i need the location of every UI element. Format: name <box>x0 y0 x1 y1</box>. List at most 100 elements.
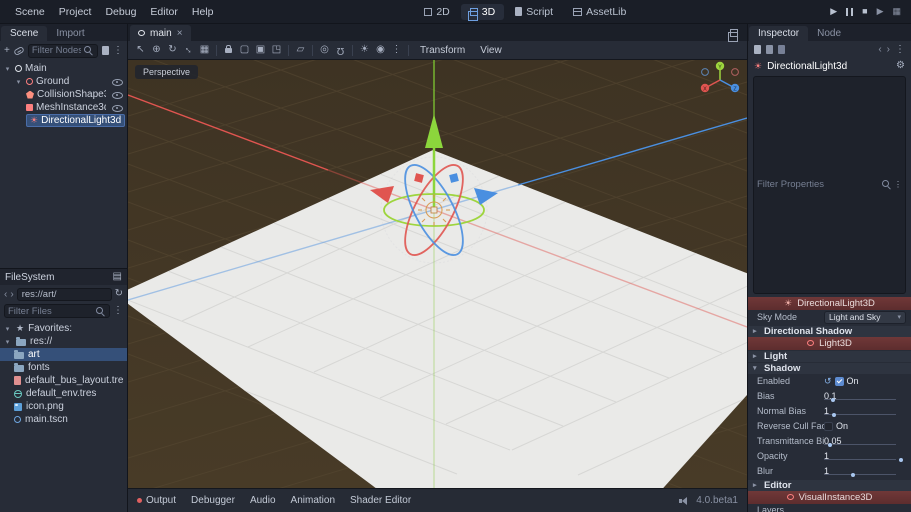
normal-bias-spin-slider[interactable]: 1 <box>824 406 906 416</box>
save-resource-icon[interactable] <box>778 45 785 54</box>
scene-tab-main[interactable]: main × <box>130 25 191 41</box>
perspective-selector[interactable]: Perspective <box>135 65 198 79</box>
debugger-panel-button[interactable]: Debugger <box>191 495 235 506</box>
add-node-button[interactable]: + <box>4 46 10 56</box>
new-resource-icon[interactable] <box>754 45 761 54</box>
preview-sunlight-icon[interactable]: ☀ <box>357 45 372 55</box>
ungroup-node-icon[interactable]: ◳ <box>269 45 284 55</box>
expander-icon[interactable]: ▾ <box>14 78 23 86</box>
reverse-cull-face-checkbox[interactable] <box>824 422 833 431</box>
nav-back-icon[interactable]: ‹ <box>4 289 7 300</box>
history-back-icon[interactable]: ‹ <box>878 44 881 55</box>
current-path[interactable]: res://art/ <box>17 288 112 301</box>
fs-row-art[interactable]: art <box>0 348 127 361</box>
filesystem-menu-icon[interactable]: ⋮ <box>113 306 123 316</box>
fs-row-favorites[interactable]: ▾ ★ Favorites: <box>0 322 127 335</box>
menu-debug[interactable]: Debug <box>98 6 143 18</box>
transmittance-bias-spin-slider[interactable]: 0.05 <box>824 436 906 446</box>
instance-scene-icon[interactable] <box>13 45 25 55</box>
unlock-node-icon[interactable]: ▢ <box>237 45 252 55</box>
box-select-tool-icon[interactable]: ▦ <box>197 45 212 55</box>
fs-row-fonts[interactable]: fonts <box>0 361 127 374</box>
inspector-menu-icon[interactable]: ⋮ <box>895 45 905 55</box>
snap-magnet-icon[interactable]: Ω <box>333 45 348 55</box>
scene-tree-menu-icon[interactable]: ⋮ <box>113 46 123 56</box>
workspace-3d-button[interactable]: 3D <box>461 4 504 20</box>
preview-environment-icon[interactable]: ◉ <box>373 45 388 55</box>
animation-panel-button[interactable]: Animation <box>291 495 335 506</box>
workspace-2d-button[interactable]: 2D <box>415 4 458 20</box>
opacity-spin-slider[interactable]: 1 <box>824 451 906 461</box>
visibility-eye-icon[interactable] <box>112 77 123 87</box>
property-filter-input[interactable]: Filter Properties ⋮ <box>753 76 906 294</box>
sky-mode-dropdown[interactable]: Light and Sky ▾ <box>824 311 906 324</box>
history-forward-icon[interactable]: › <box>887 44 890 55</box>
transform-menu[interactable]: Transform <box>413 45 472 56</box>
tree-row-collisionshape3d[interactable]: CollisionShape3d <box>0 88 127 101</box>
shadow-enabled-checkbox[interactable] <box>835 377 844 386</box>
section-light[interactable]: ▸ Light <box>748 350 911 362</box>
tree-row-directionallight3d[interactable]: ☀ DirectionalLight3d <box>0 114 127 127</box>
expander-icon[interactable]: ▾ <box>3 338 12 346</box>
tree-row-main[interactable]: ▾ Main <box>0 62 127 75</box>
section-directional-shadow[interactable]: ▸ Directional Shadow <box>748 325 911 337</box>
blur-spin-slider[interactable]: 1 <box>824 466 906 476</box>
rotate-tool-icon[interactable]: ↻ <box>165 45 180 55</box>
local-space-icon[interactable]: ◎ <box>317 45 332 55</box>
expander-icon[interactable]: ▾ <box>3 325 12 333</box>
select-tool-icon[interactable]: ↖ <box>133 45 148 55</box>
stop-button[interactable]: ■ <box>862 7 867 16</box>
section-editor[interactable]: ▸ Editor <box>748 479 911 491</box>
tree-row-ground[interactable]: ▾ Ground <box>0 75 127 88</box>
tab-import[interactable]: Import <box>47 26 93 41</box>
menu-project[interactable]: Project <box>52 6 99 18</box>
fs-row-icon-png[interactable]: icon.png <box>0 400 127 413</box>
play-button[interactable]: ▶ <box>830 7 837 16</box>
revert-property-icon[interactable]: ↺ <box>824 376 832 387</box>
scale-tool-icon[interactable]: ↔ <box>180 41 198 59</box>
view-menu[interactable]: View <box>473 45 509 56</box>
tab-node[interactable]: Node <box>808 26 850 41</box>
visibility-eye-icon[interactable] <box>112 90 123 100</box>
tab-inspector[interactable]: Inspector <box>749 26 808 41</box>
menu-help[interactable]: Help <box>185 6 221 18</box>
viewport-extra-menu-icon[interactable]: ⋮ <box>389 45 404 55</box>
shader-editor-panel-button[interactable]: Shader Editor <box>350 495 411 506</box>
play-scene-button[interactable]: ▶ <box>877 7 884 16</box>
group-node-icon[interactable]: ▣ <box>253 45 268 55</box>
tree-row-meshinstance3d[interactable]: MeshInstance3d <box>0 101 127 114</box>
pause-button[interactable] <box>846 8 853 16</box>
menu-editor[interactable]: Editor <box>143 6 184 18</box>
menu-scene[interactable]: Scene <box>8 6 52 18</box>
move-tool-icon[interactable]: ⊕ <box>149 45 164 55</box>
fs-row-default-bus-layout[interactable]: default_bus_layout.tres <box>0 374 127 387</box>
load-resource-icon[interactable] <box>766 45 773 54</box>
attach-script-icon[interactable] <box>102 46 109 55</box>
workspace-script-button[interactable]: Script <box>506 4 562 20</box>
lock-node-icon[interactable] <box>221 44 236 56</box>
scene-filter-input[interactable]: Filter Nodes <box>28 44 98 58</box>
fs-row-res-root[interactable]: ▾ res:// <box>0 335 127 348</box>
node-tools-icon[interactable]: ⚙ <box>896 61 905 71</box>
output-panel-button[interactable]: Output <box>137 495 176 506</box>
section-shadow[interactable]: ▾ Shadow <box>748 362 911 374</box>
movie-mode-button[interactable]: ▦ <box>893 7 902 16</box>
filter-options-icon[interactable]: ⋮ <box>894 181 902 189</box>
visibility-eye-icon[interactable] <box>112 103 123 113</box>
workspace-assetlib-button[interactable]: AssetLib <box>564 4 635 20</box>
fs-row-main-tscn[interactable]: main.tscn <box>0 413 127 426</box>
close-tab-icon[interactable]: × <box>177 28 183 39</box>
mute-speaker-icon[interactable] <box>679 496 689 505</box>
expand-viewport-icon[interactable] <box>730 29 738 37</box>
expander-icon[interactable]: ▾ <box>3 65 12 73</box>
ruler-tool-icon[interactable]: ▱ <box>293 45 308 55</box>
tab-scene[interactable]: Scene <box>1 26 47 41</box>
fs-row-default-env[interactable]: default_env.tres <box>0 387 127 400</box>
file-filter-input[interactable]: Filter Files <box>4 304 110 318</box>
bias-spin-slider[interactable]: 0.1 <box>824 391 906 401</box>
dock-options-icon[interactable]: ▤ <box>113 272 122 282</box>
refresh-icon[interactable]: ↻ <box>115 289 123 299</box>
3d-viewport[interactable]: Y X Z Perspective <box>128 60 747 488</box>
audio-panel-button[interactable]: Audio <box>250 495 276 506</box>
nav-forward-icon[interactable]: › <box>10 289 13 300</box>
